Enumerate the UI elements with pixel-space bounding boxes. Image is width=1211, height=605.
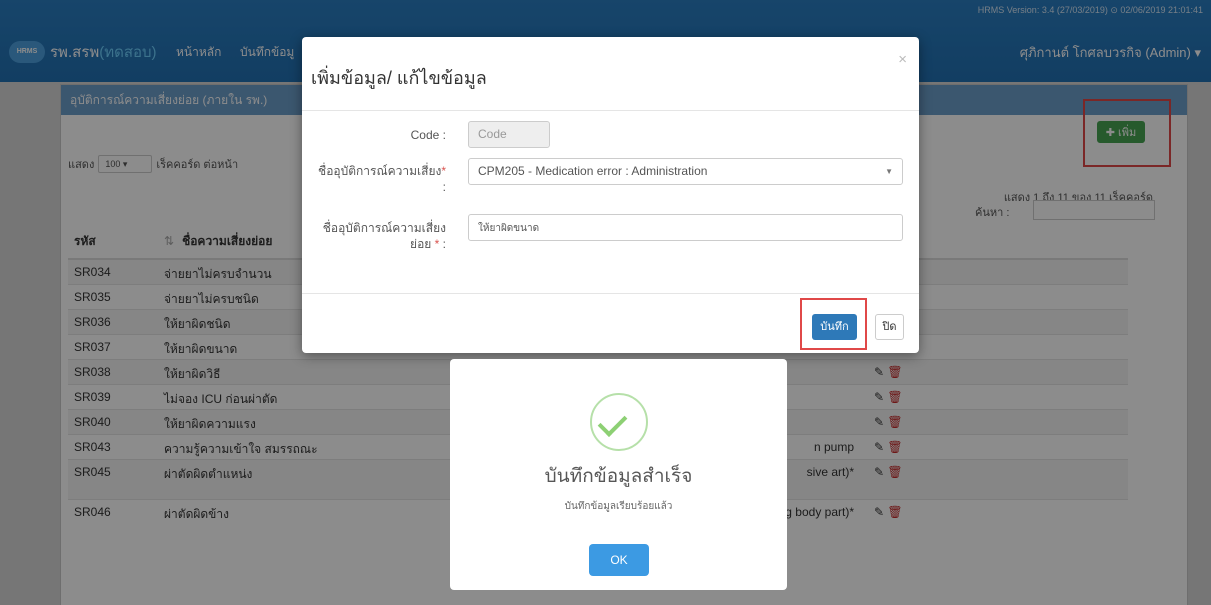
risk-select-value: CPM205 - Medication error : Administrati… [478,164,708,178]
edit-modal: เพิ่มข้อมูล/ แก้ไขข้อมูล × Code : Code ช… [302,37,919,353]
modal-title: เพิ่มข้อมูล/ แก้ไขข้อมูล [311,68,487,88]
risk-label: ชื่ออุบัติการณ์ความเสี่ยง*: [318,163,446,195]
required-mark: * [434,237,440,251]
sub-risk-value: ให้ยาผิดขนาด [478,223,540,234]
chevron-down-icon: ▼ [885,167,893,176]
ok-button[interactable]: OK [589,544,649,576]
success-dialog: บันทึกข้อมูลสำเร็จ บันทึกข้อมูลเรียบร้อย… [450,359,787,590]
success-title: บันทึกข้อมูลสำเร็จ [544,466,693,487]
sub-risk-label-text2: ย่อย [410,237,432,251]
code-field[interactable]: Code [468,121,550,148]
close-icon[interactable]: × [898,51,907,68]
success-check-icon [590,393,648,451]
risk-select[interactable]: CPM205 - Medication error : Administrati… [468,158,903,185]
modal-divider-top [302,110,919,111]
sub-risk-input[interactable]: ให้ยาผิดขนาด [468,214,903,241]
code-placeholder: Code [478,127,507,141]
save-button[interactable]: บันทึก [812,314,857,340]
risk-label-colon: : [442,180,446,194]
risk-label-text: ชื่ออุบัติการณ์ความเสี่ยง [318,164,442,178]
required-mark: * [441,164,446,178]
code-label: Code : [410,128,446,142]
close-button[interactable]: ปิด [875,314,904,340]
sub-risk-label-text: ชื่ออุบัติการณ์ความเสี่ยง [322,221,446,235]
sub-risk-label: ชื่ออุบัติการณ์ความเสี่ยง ย่อย * : [322,221,446,251]
modal-divider-bottom [302,293,919,294]
success-text: บันทึกข้อมูลเรียบร้อยแล้ว [564,501,673,512]
